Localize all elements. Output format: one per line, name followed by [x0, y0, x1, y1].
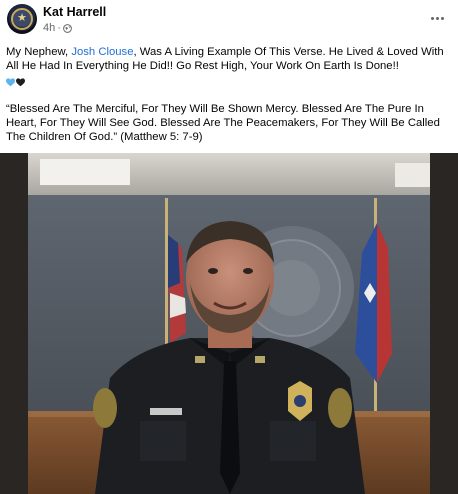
meta-separator: ·	[57, 22, 61, 34]
black-heart-icon	[16, 78, 25, 87]
heart-emojis	[6, 76, 26, 90]
post-meta: 4h ·	[43, 22, 72, 34]
officer-portrait-photo[interactable]	[0, 153, 458, 494]
text-segment: My Nephew,	[6, 46, 72, 58]
post-time[interactable]: 4h	[43, 22, 55, 34]
author-name[interactable]: Kat Harrell	[43, 5, 106, 19]
photo-illustration	[0, 153, 458, 494]
mention-link[interactable]: Josh Clouse	[71, 46, 133, 58]
post-paragraph-2: “Blessed Are The Merciful, For They Will…	[6, 102, 440, 144]
author-avatar[interactable]: ★	[7, 4, 37, 34]
blue-heart-icon	[6, 78, 15, 87]
post-header: ★ Kat Harrell 4h ·	[0, 0, 458, 40]
post-text: My Nephew, Josh Clouse, Was A Living Exa…	[6, 45, 454, 145]
globe-icon[interactable]	[63, 23, 72, 33]
facebook-post: ★ Kat Harrell 4h · My Nephew, Josh Clous…	[0, 0, 458, 494]
badge-star-icon: ★	[17, 12, 27, 24]
post-paragraph-1: My Nephew, Josh Clouse, Was A Living Exa…	[6, 45, 454, 90]
more-options-icon[interactable]	[426, 9, 448, 27]
